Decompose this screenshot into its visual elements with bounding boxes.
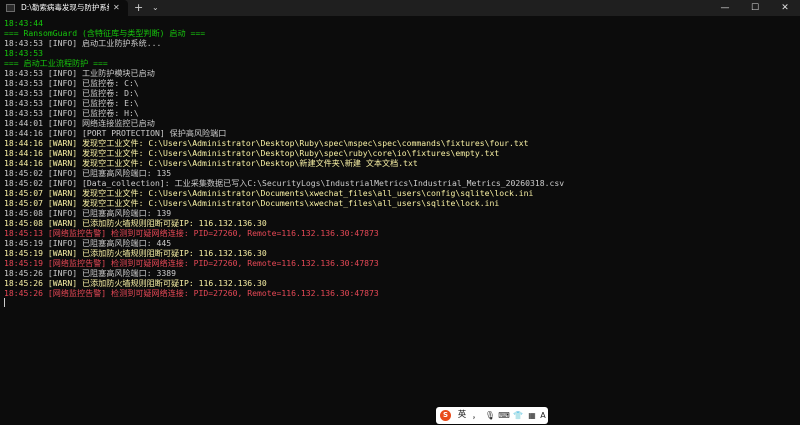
close-button[interactable]: ✕: [770, 0, 800, 16]
ime-language-toggle[interactable]: 英: [456, 409, 468, 422]
terminal-line: 18:45:26 [网络监控告警] 检测到可疑网络连接: PID=27260, …: [4, 288, 379, 298]
text-cursor: [4, 298, 5, 307]
terminal-line: 18:44:01 [INFO] 网络连接监控已启动: [4, 118, 155, 128]
terminal-line: 18:43:53 [INFO] 已监控卷: C:\: [4, 78, 139, 88]
microphone-icon[interactable]: 🎙: [484, 409, 496, 422]
terminal-line: 18:45:26 [WARN] 已添加防火墙规则阻断可疑IP: 116.132.…: [4, 278, 267, 288]
terminal-line: 18:45:13 [网络监控告警] 检测到可疑网络连接: PID=27260, …: [4, 228, 379, 238]
terminal-line: 18:45:08 [INFO] 已阻塞高风险端口: 139: [4, 208, 172, 218]
toolbox-icon[interactable]: ▦: [526, 409, 538, 422]
minimize-button[interactable]: —: [710, 0, 740, 16]
terminal-line: 18:45:07 [WARN] 发现空工业文件: C:\Users\Admini…: [4, 198, 500, 208]
terminal-line: === 启动工业流程防护 ===: [4, 58, 108, 68]
tab-title: D:\勒索病毒发现与防护系统\: [21, 3, 109, 12]
terminal-output[interactable]: 18:43:44 === RansomGuard (含特征库与类型判断) 启动 =…: [4, 18, 796, 318]
terminal-line: 18:45:02 [INFO] 已阻塞高风险端口: 135: [4, 168, 172, 178]
terminal-line: 18:44:16 [INFO] [PORT PROTECTION] 保护高风险端…: [4, 128, 227, 138]
terminal-line: 18:45:02 [INFO] [Data_collection]: 工业采集数…: [4, 178, 565, 188]
terminal-icon: [6, 4, 15, 12]
terminal-line: 18:43:53 [INFO] 启动工业防护系统...: [4, 38, 162, 48]
terminal-line: 18:43:53 [INFO] 已监控卷: E:\: [4, 98, 139, 108]
ime-toolbar: S 英 ， 🎙 ⌨ 👕 ▦ A: [436, 407, 548, 424]
terminal-line: 18:45:26 [INFO] 已阻塞高风险端口: 3389: [4, 268, 176, 278]
new-tab-button[interactable]: +: [134, 1, 143, 15]
terminal-tab[interactable]: D:\勒索病毒发现与防护系统\ ✕: [0, 0, 128, 16]
terminal-line: 18:45:08 [WARN] 已添加防火墙规则阻断可疑IP: 116.132.…: [4, 218, 267, 228]
terminal-line: 18:45:19 [WARN] 已添加防火墙规则阻断可疑IP: 116.132.…: [4, 248, 267, 258]
terminal-line: 18:44:16 [WARN] 发现空工业文件: C:\Users\Admini…: [4, 158, 418, 168]
tab-close-icon[interactable]: ✕: [113, 2, 120, 14]
skin-icon[interactable]: 👕: [512, 409, 524, 422]
terminal-line: 18:43:53: [4, 48, 43, 58]
maximize-button[interactable]: ☐: [740, 0, 770, 16]
scrollbar[interactable]: [796, 18, 800, 424]
ime-logo-icon[interactable]: S: [440, 410, 451, 421]
terminal-line: 18:43:53 [INFO] 已监控卷: D:\: [4, 88, 139, 98]
terminal-line: 18:43:53 [INFO] 已监控卷: H:\: [4, 108, 139, 118]
ime-punctuation-toggle[interactable]: ，: [470, 409, 482, 422]
terminal-line: 18:45:19 [网络监控告警] 检测到可疑网络连接: PID=27260, …: [4, 258, 379, 268]
terminal-line: === RansomGuard (含特征库与类型判断) 启动 ===: [4, 28, 206, 38]
terminal-line: 18:45:19 [INFO] 已阻塞高风险端口: 445: [4, 238, 172, 248]
tab-dropdown-icon[interactable]: ⌄: [152, 2, 159, 14]
ai-assistant-icon[interactable]: A: [538, 409, 548, 422]
terminal-line: 18:43:53 [INFO] 工业防护模块已启动: [4, 68, 155, 78]
terminal-line: 18:44:16 [WARN] 发现空工业文件: C:\Users\Admini…: [4, 138, 529, 148]
terminal-prompt-line[interactable]: [4, 298, 796, 308]
terminal-line: 18:43:44: [4, 18, 43, 28]
keyboard-icon[interactable]: ⌨: [498, 409, 510, 422]
terminal-window: D:\勒索病毒发现与防护系统\ ✕ + ⌄ — ☐ ✕ 18:43:44 === …: [0, 0, 800, 425]
title-bar: D:\勒索病毒发现与防护系统\ ✕ + ⌄ — ☐ ✕: [0, 0, 800, 16]
terminal-line: 18:45:07 [WARN] 发现空工业文件: C:\Users\Admini…: [4, 188, 534, 198]
terminal-line: 18:44:16 [WARN] 发现空工业文件: C:\Users\Admini…: [4, 148, 500, 158]
